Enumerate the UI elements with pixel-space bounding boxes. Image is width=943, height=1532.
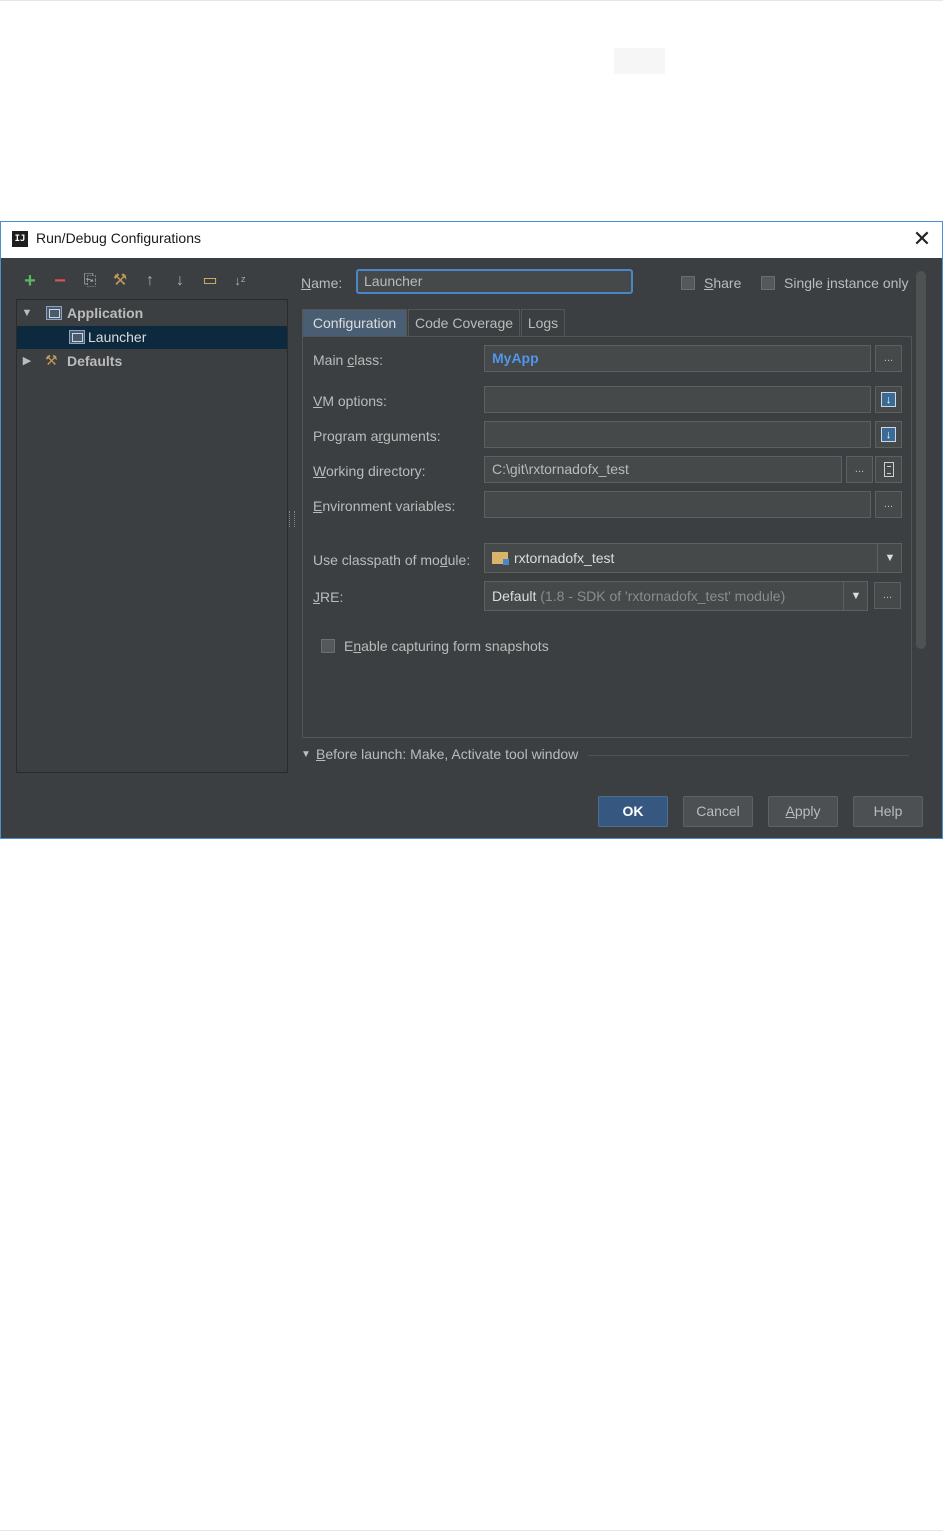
wrench-icon: ⚒ <box>45 352 58 368</box>
tab-logs[interactable]: Logs <box>521 309 565 336</box>
edit-defaults-icon[interactable]: ⚒ <box>109 269 131 293</box>
jre-value: Default <box>492 588 537 604</box>
configuration-panel: Main class: MyApp ... VM options: Progra… <box>302 336 912 738</box>
jre-select[interactable]: Default (1.8 - SDK of 'rxtornadofx_test'… <box>484 581 868 611</box>
classpath-module-select[interactable]: rxtornadofx_test ▼ <box>484 543 902 573</box>
program-arguments-label: Program arguments: <box>313 428 441 444</box>
name-input[interactable]: Launcher <box>356 269 633 294</box>
main-class-browse-button[interactable]: ... <box>875 345 902 372</box>
background-artifact <box>614 48 665 74</box>
collapse-arrow-icon[interactable]: ▼ <box>21 302 33 325</box>
before-launch-label[interactable]: Before launch: Make, Activate tool windo… <box>316 746 578 762</box>
expand-arrow-icon[interactable]: ▶ <box>21 350 33 373</box>
tree-item-application[interactable]: ▼ Application <box>17 302 287 325</box>
form-snapshots-checkbox[interactable] <box>321 639 335 653</box>
environment-variables-label: Environment variables: <box>313 498 456 514</box>
vm-options-label: VM options: <box>313 393 387 409</box>
single-instance-label: Single instance only <box>784 275 909 291</box>
program-arguments-expand-button[interactable] <box>875 421 902 448</box>
move-up-icon[interactable]: ↑ <box>139 269 161 293</box>
share-checkbox[interactable] <box>681 276 695 290</box>
dialog-body: + − ⎘ ⚒ ↑ ↓ ▭ ↓ᶻ ▼ Application Launcher … <box>1 259 942 838</box>
config-tree: ▼ Application Launcher ▶ ⚒ Defaults <box>16 299 288 773</box>
cancel-button[interactable]: Cancel <box>683 796 753 827</box>
dialog-title: Run/Debug Configurations <box>36 230 201 246</box>
module-folder-icon <box>492 552 509 565</box>
move-down-icon[interactable]: ↓ <box>169 269 191 293</box>
apply-button[interactable]: Apply <box>768 796 838 827</box>
main-class-label: Main class: <box>313 352 384 368</box>
expand-icon <box>881 423 896 448</box>
vm-options-expand-button[interactable] <box>875 386 902 413</box>
tree-item-label: Defaults <box>67 353 123 369</box>
environment-variables-field[interactable] <box>484 491 871 518</box>
working-directory-field[interactable]: C:\git\rxtornadofx_test <box>484 456 842 483</box>
tree-item-label: Application <box>67 305 144 321</box>
tab-configuration[interactable]: Configuration <box>302 309 407 336</box>
page-bottom-border <box>0 1530 943 1531</box>
tab-code-coverage[interactable]: Code Coverage <box>408 309 520 336</box>
run-debug-configurations-dialog: IJ Run/Debug Configurations ✕ + − ⎘ ⚒ ↑ … <box>0 221 943 839</box>
scrollbar[interactable] <box>916 271 926 649</box>
chevron-down-icon[interactable]: ▼ <box>877 544 901 572</box>
environment-variables-browse-button[interactable]: ... <box>875 491 902 518</box>
vm-options-field[interactable] <box>484 386 871 413</box>
classpath-module-value: rxtornadofx_test <box>514 550 615 566</box>
jre-hint: (1.8 - SDK of 'rxtornadofx_test' module) <box>540 588 786 604</box>
jre-label: JRE: <box>313 589 344 605</box>
sort-icon[interactable]: ↓ᶻ <box>229 269 251 293</box>
tree-item-launcher[interactable]: Launcher <box>17 326 287 349</box>
before-launch-toggle-icon[interactable]: ▼ <box>301 749 311 760</box>
copy-icon[interactable]: ⎘ <box>79 269 101 293</box>
chevron-down-icon[interactable]: ▼ <box>843 582 867 610</box>
share-label: Share <box>704 275 742 291</box>
main-class-field[interactable]: MyApp <box>484 345 871 372</box>
ok-button[interactable]: OK <box>598 796 668 827</box>
application-config-icon <box>69 330 85 344</box>
program-arguments-field[interactable] <box>484 421 871 448</box>
add-icon[interactable]: + <box>19 269 41 293</box>
working-directory-label: Working directory: <box>313 463 426 479</box>
page-top-border <box>0 0 943 1</box>
expand-icon <box>881 388 896 413</box>
single-instance-checkbox[interactable] <box>761 276 775 290</box>
name-label: Name: <box>301 275 343 291</box>
tree-item-label: Launcher <box>88 329 147 345</box>
jre-browse-button[interactable]: ... <box>874 582 901 609</box>
working-directory-macro-button[interactable] <box>875 456 902 483</box>
application-icon <box>46 306 62 320</box>
title-bar: IJ Run/Debug Configurations ✕ <box>1 222 942 258</box>
intellij-icon: IJ <box>12 231 28 247</box>
classpath-module-label: Use classpath of module: <box>313 552 471 568</box>
document-icon <box>884 462 894 477</box>
folder-icon[interactable]: ▭ <box>199 269 221 293</box>
remove-icon[interactable]: − <box>49 269 71 293</box>
divider <box>588 755 909 756</box>
close-icon[interactable]: ✕ <box>909 226 935 252</box>
tree-item-defaults[interactable]: ▶ ⚒ Defaults <box>17 350 287 373</box>
splitter-handle[interactable] <box>289 511 295 527</box>
form-snapshots-label: Enable capturing form snapshots <box>344 638 549 654</box>
working-directory-browse-button[interactable]: ... <box>846 456 873 483</box>
help-button[interactable]: Help <box>853 796 923 827</box>
